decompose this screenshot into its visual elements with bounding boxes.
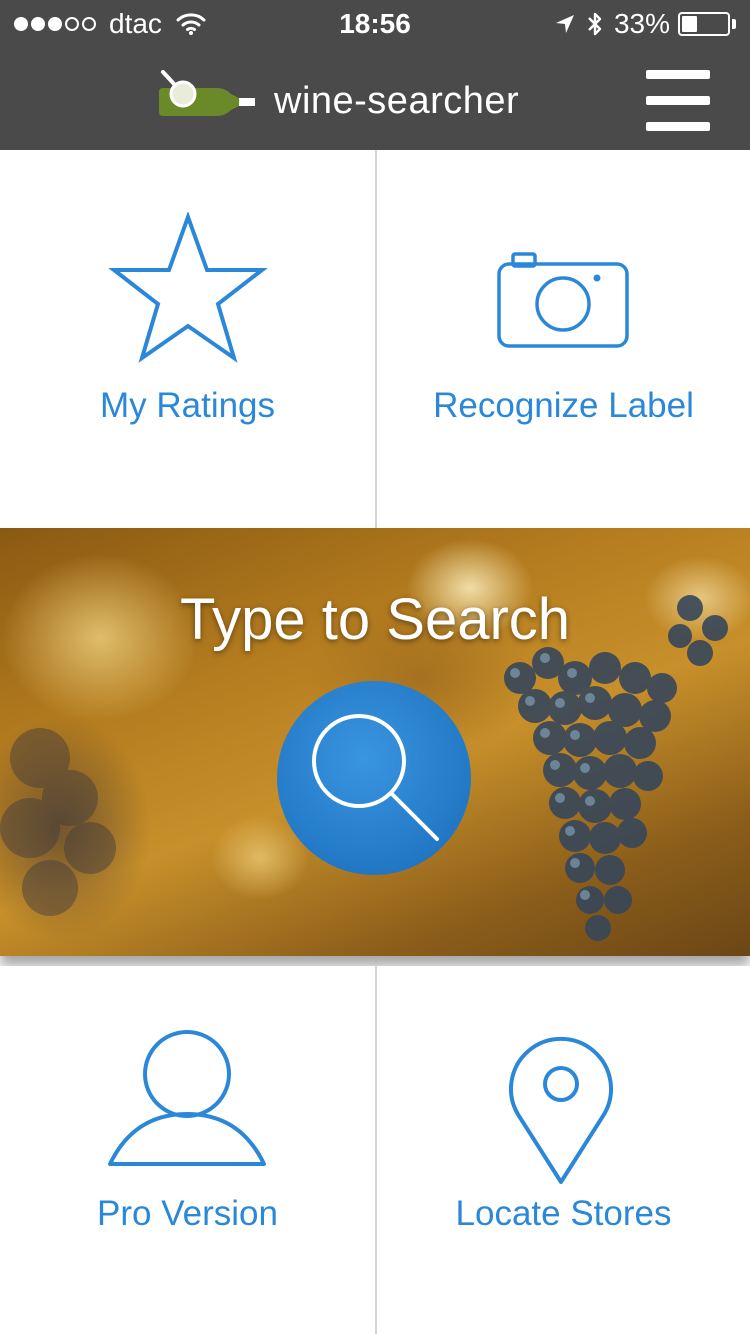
navigation-bar: wine-searcher (0, 50, 750, 150)
brand-name: wine-searcher (274, 80, 520, 122)
recognize-label-label: Recognize Label (433, 386, 694, 425)
status-bar: dtac 18:56 33% (0, 0, 750, 50)
status-right: 33% (544, 8, 736, 40)
location-arrow-icon (555, 15, 574, 33)
battery-percent: 33% (613, 8, 670, 39)
search-button[interactable] (277, 681, 471, 875)
divider-vertical-top (375, 150, 377, 528)
my-ratings-button[interactable]: My Ratings (0, 150, 375, 528)
divider-vertical-bottom (375, 966, 377, 1334)
pro-version-button[interactable]: Pro Version (0, 966, 375, 1334)
search-banner-title: Type to Search (179, 587, 571, 652)
locate-stores-button[interactable]: Locate Stores (377, 966, 750, 1334)
user-icon (108, 1030, 266, 1166)
camera-icon (497, 252, 629, 348)
battery-icon (678, 12, 730, 36)
recognize-label-button[interactable]: Recognize Label (377, 150, 750, 528)
my-ratings-label: My Ratings (99, 386, 276, 425)
locate-stores-label: Locate Stores (455, 1194, 672, 1233)
hamburger-menu-icon[interactable] (640, 66, 716, 134)
battery-tip (732, 19, 736, 29)
star-icon (108, 212, 268, 363)
app-header: dtac 18:56 33% wine-searcher (0, 0, 750, 150)
battery-fill (682, 16, 697, 32)
location-pin-icon (509, 1036, 613, 1184)
pro-version-label: Pro Version (97, 1194, 278, 1233)
bluetooth-icon (588, 12, 602, 36)
search-icon (312, 714, 439, 841)
wine-bottle-magnifier-icon (159, 70, 255, 116)
search-banner[interactable]: Type to Search (0, 528, 750, 956)
